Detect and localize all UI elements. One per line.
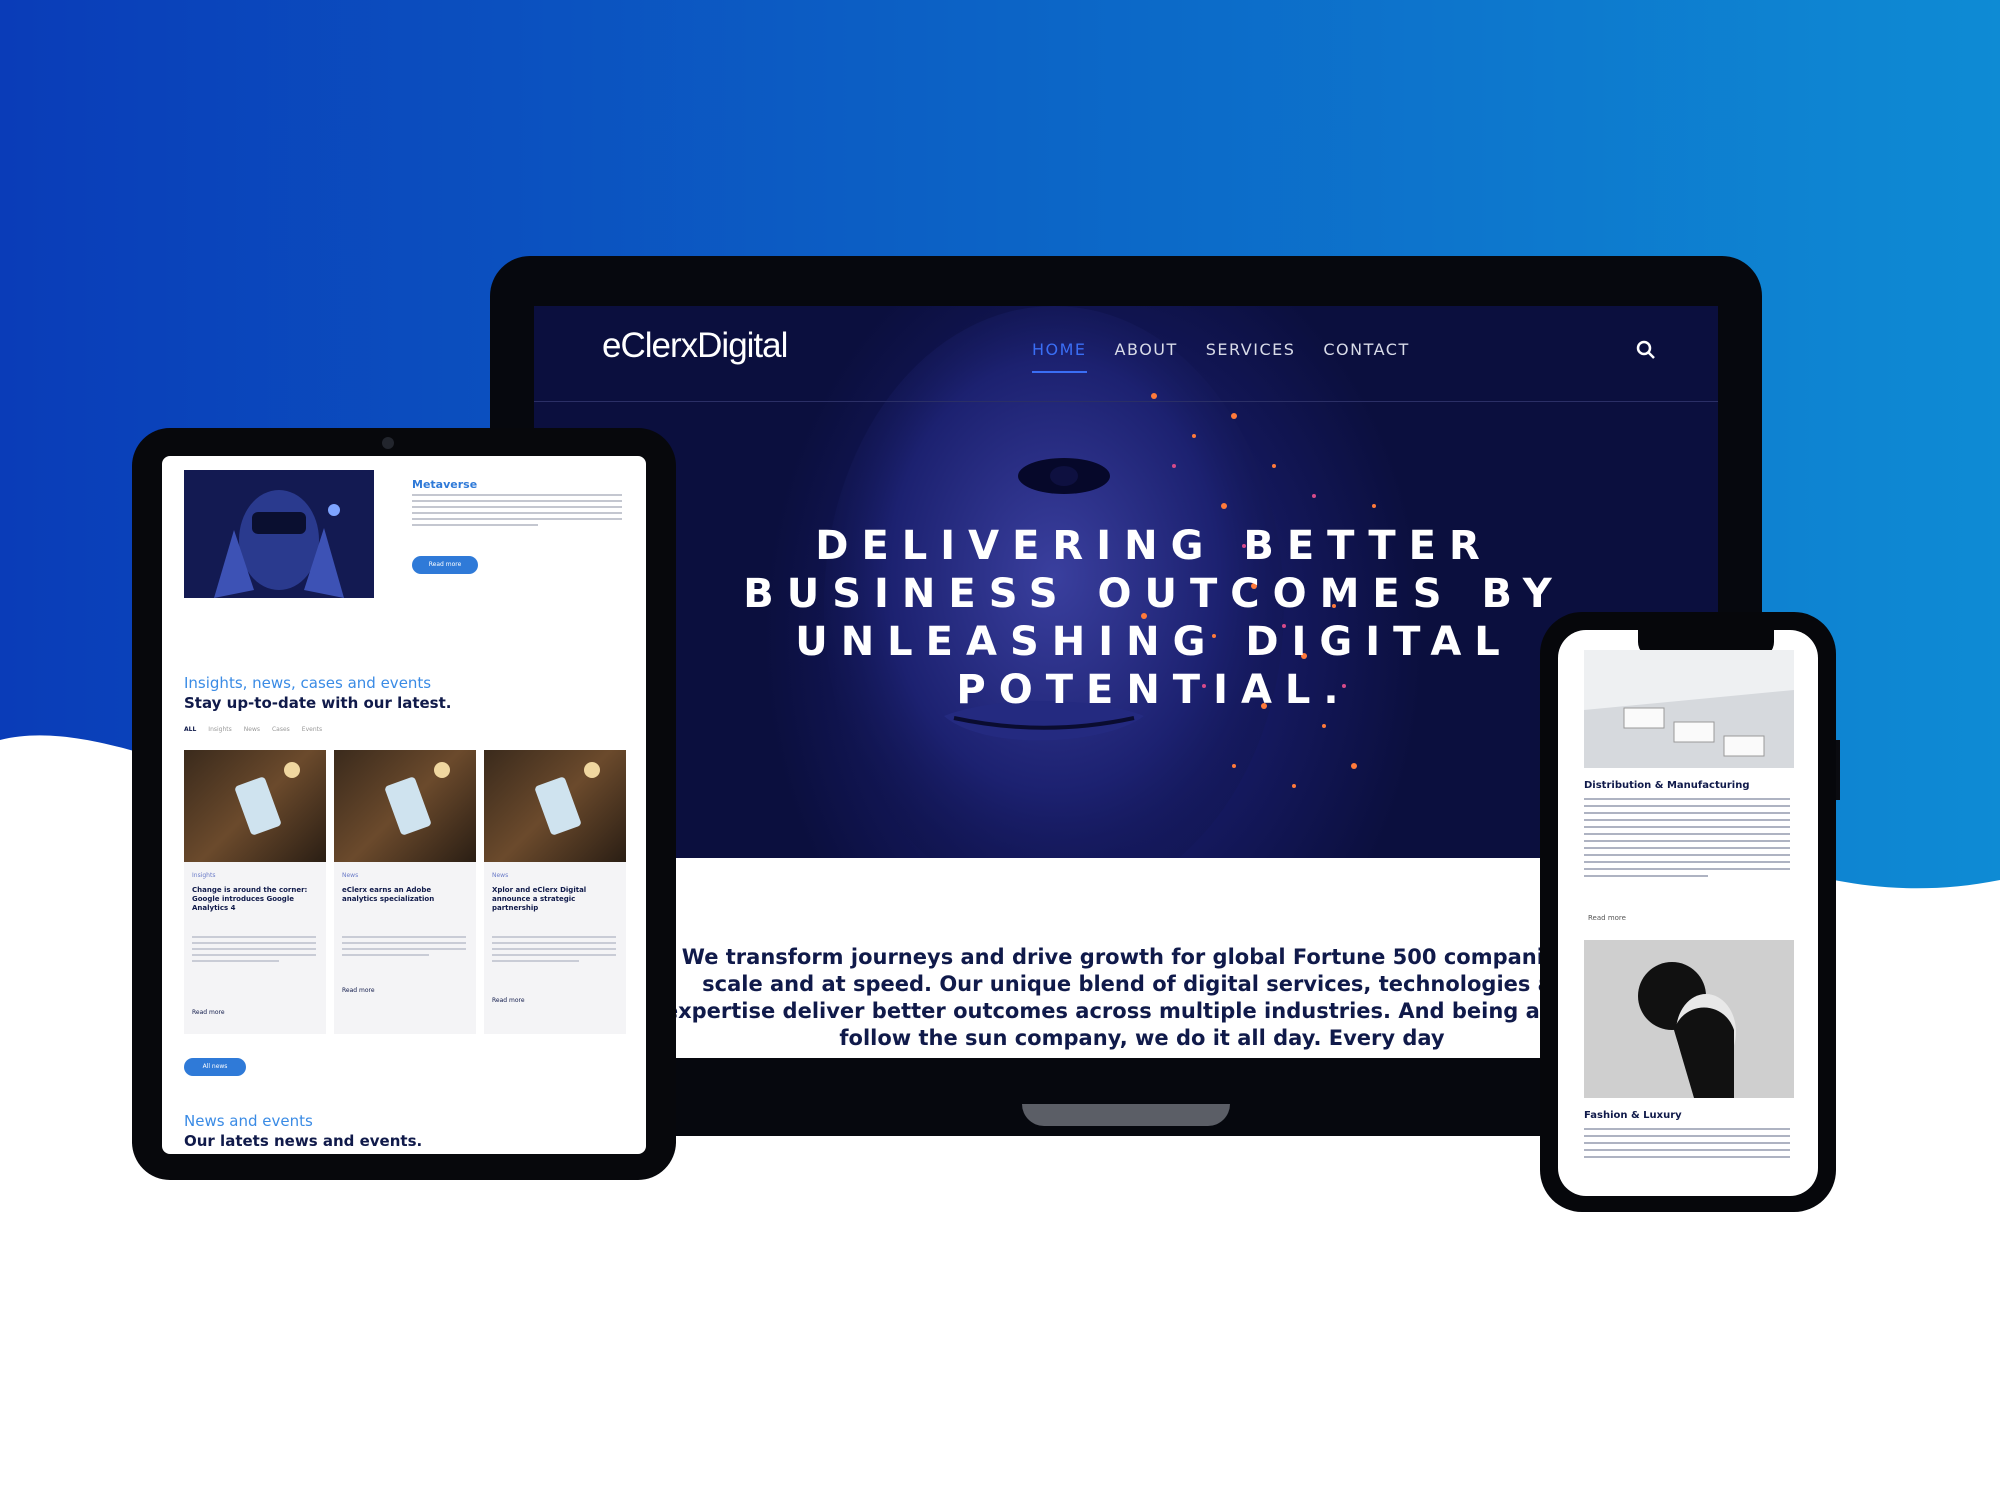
insight-card[interactable]: Insights Change is around the corner: Go… [184, 750, 326, 1034]
nav-home[interactable]: HOME [1032, 340, 1087, 373]
laptop-base-notch [1022, 1104, 1230, 1126]
tablet-camera [382, 437, 394, 449]
metaverse-vr-image [184, 470, 374, 598]
distribution-card-excerpt [1584, 798, 1790, 882]
news-events-subtitle: Our latets news and events. [184, 1132, 423, 1150]
card-read-more-link[interactable]: Read more [492, 997, 525, 1004]
card-excerpt [192, 936, 316, 966]
stage: eClerxDigital HOME ABOUT SERVICES CONTAC… [0, 0, 2000, 1500]
card-excerpt [492, 936, 616, 966]
all-news-button[interactable]: All news [184, 1058, 246, 1076]
phone-in-hand-image [484, 750, 626, 862]
card-title[interactable]: eClerx earns an Adobe analytics speciali… [342, 886, 468, 904]
main-menu: HOME ABOUT SERVICES CONTACT [1032, 340, 1410, 373]
card-read-more-link[interactable]: Read more [192, 1009, 225, 1016]
insights-section-title: Insights, news, cases and events [184, 674, 432, 692]
card-title[interactable]: Xplor and eClerx Digital announce a stra… [492, 886, 618, 913]
metaverse-title: Metaverse [412, 478, 478, 491]
card-tag: News [342, 872, 359, 879]
insights-section-subtitle: Stay up-to-date with our latest. [184, 694, 452, 712]
trucks-warehouse-image [1584, 650, 1794, 768]
filter-events[interactable]: Events [302, 726, 322, 733]
distribution-read-more-link[interactable]: Read more [1588, 914, 1626, 922]
card-excerpt [342, 936, 466, 960]
intro-text: We transform journeys and drive growth f… [663, 945, 1621, 1050]
phone-device: Distribution & Manufacturing Read more F… [1540, 612, 1836, 1212]
insight-card[interactable]: News eClerx earns an Adobe analytics spe… [334, 750, 476, 1034]
filter-insights[interactable]: Insights [208, 726, 231, 733]
insights-filter-tabs: ALL Insights News Cases Events [184, 726, 322, 733]
card-tag: News [492, 872, 509, 879]
phone-in-hand-image [334, 750, 476, 862]
eclerx-logo[interactable]: eClerxDigital [602, 326, 788, 366]
metaverse-read-more-button[interactable]: Read more [412, 556, 478, 574]
hero-headline: DELIVERING BETTER BUSINESS OUTCOMES BY U… [743, 523, 1565, 713]
filter-all[interactable]: ALL [184, 726, 196, 733]
top-navigation: eClerxDigital HOME ABOUT SERVICES CONTAC… [534, 306, 1718, 402]
phone-in-hand-image [184, 750, 326, 862]
fashion-portrait-image [1584, 940, 1794, 1098]
nav-contact[interactable]: CONTACT [1323, 340, 1409, 373]
nav-about[interactable]: ABOUT [1115, 340, 1178, 373]
search-icon[interactable] [1634, 338, 1658, 362]
fashion-card-title[interactable]: Fashion & Luxury [1584, 1110, 1682, 1121]
insight-card[interactable]: News Xplor and eClerx Digital announce a… [484, 750, 626, 1034]
tablet-device: Metaverse Read more Insights, news, case… [132, 428, 676, 1180]
nav-services[interactable]: SERVICES [1206, 340, 1296, 373]
distribution-card-title[interactable]: Distribution & Manufacturing [1584, 780, 1749, 791]
card-tag: Insights [192, 872, 216, 879]
filter-cases[interactable]: Cases [272, 726, 290, 733]
phone-side-button [1836, 740, 1840, 800]
fashion-card-excerpt [1584, 1128, 1790, 1163]
tablet-screen: Metaverse Read more Insights, news, case… [162, 456, 646, 1154]
vr-person-illustration [184, 470, 374, 598]
insights-card-list: Insights Change is around the corner: Go… [184, 750, 626, 1034]
phone-screen: Distribution & Manufacturing Read more F… [1558, 630, 1818, 1196]
metaverse-body [412, 494, 622, 526]
card-read-more-link[interactable]: Read more [342, 987, 375, 994]
card-title[interactable]: Change is around the corner: Google intr… [192, 886, 318, 913]
filter-news[interactable]: News [244, 726, 260, 733]
news-events-title: News and events [184, 1112, 313, 1130]
